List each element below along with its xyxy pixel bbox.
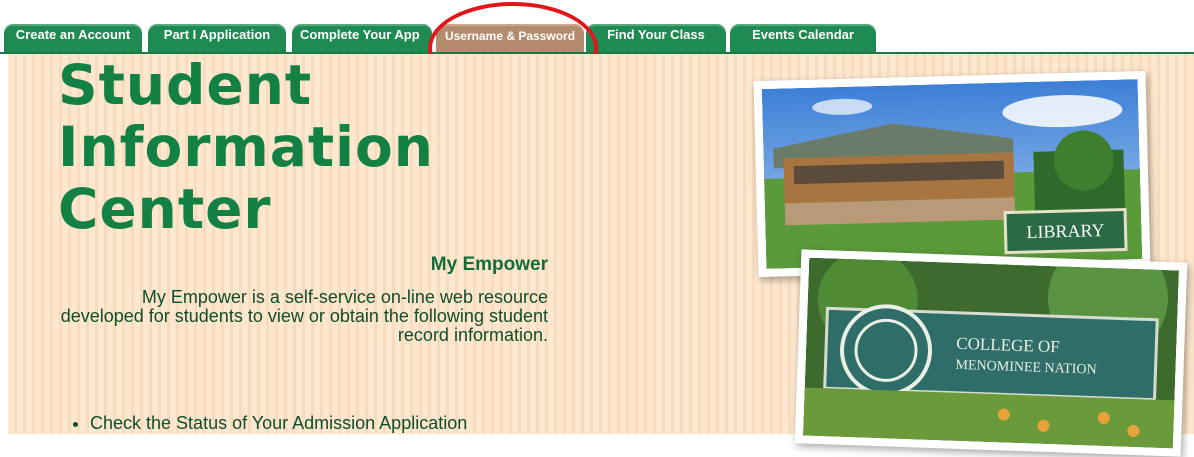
tab-bar: Create an Account Part I Application Com… (0, 0, 1194, 94)
page-title-line-2: Information (58, 115, 434, 179)
feature-list: Check the Status of Your Admission Appli… (60, 413, 467, 433)
tab-part-1-application[interactable]: Part I Application (148, 24, 286, 52)
tab-create-account[interactable]: Create an Account (4, 24, 142, 52)
college-sign-photo: COLLEGE OF MENOMINEE NATION (794, 249, 1188, 457)
library-building-image: LIBRARY (761, 79, 1143, 269)
section-heading: My Empower (430, 254, 548, 275)
page-title: Student Information Center (58, 54, 434, 240)
list-item[interactable]: Check the Status of Your Admission Appli… (90, 413, 467, 433)
tab-find-your-class[interactable]: Find Your Class (586, 24, 726, 52)
library-sign-label: LIBRARY (1026, 220, 1105, 242)
page-title-line-3: Center (58, 177, 272, 241)
tab-events-calendar[interactable]: Events Calendar (730, 24, 876, 52)
college-sign-image: COLLEGE OF MENOMINEE NATION (803, 257, 1179, 449)
page-title-line-1: Student (58, 53, 313, 117)
section-description: My Empower is a self-service on-line web… (60, 287, 548, 345)
college-sign-line-1: COLLEGE OF (956, 334, 1060, 357)
tab-complete-your-app[interactable]: Complete Your App (292, 24, 432, 52)
library-photo: LIBRARY (753, 70, 1151, 278)
